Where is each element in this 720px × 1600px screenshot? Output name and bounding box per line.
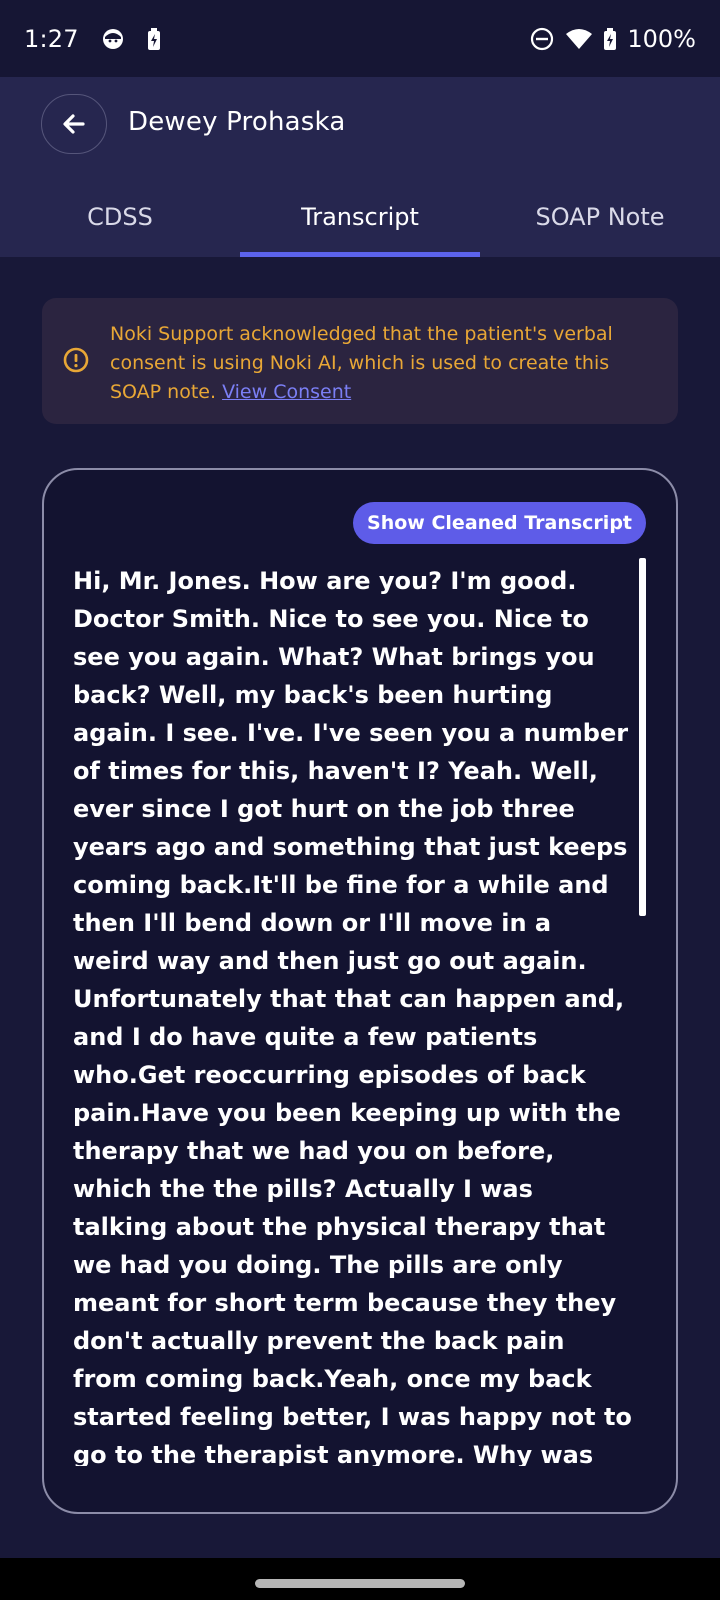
status-time: 1:27 — [24, 24, 79, 53]
home-indicator[interactable] — [255, 1579, 465, 1588]
arrow-left-icon — [61, 111, 87, 137]
dnd-icon — [529, 26, 555, 52]
battery-charging-icon — [603, 27, 617, 51]
info-circle-icon — [62, 346, 90, 378]
face-icon — [101, 27, 125, 51]
transcript-text: Hi, Mr. Jones. How are you? I'm good. Do… — [73, 567, 632, 1466]
transcript-scrollbar[interactable] — [639, 558, 646, 916]
back-button[interactable] — [41, 94, 107, 154]
tab-soap-note[interactable]: SOAP Note — [480, 179, 720, 257]
tab-transcript[interactable]: Transcript — [240, 179, 480, 257]
patient-name: Dewey Prohaska — [128, 107, 346, 137]
transcript-card: Show Cleaned Transcript Hi, Mr. Jones. H… — [42, 468, 678, 1514]
wifi-icon — [565, 27, 593, 51]
show-cleaned-transcript-button[interactable]: Show Cleaned Transcript — [353, 502, 646, 544]
battery-saver-icon — [147, 27, 161, 51]
consent-message: Noki Support acknowledged that the patie… — [110, 320, 650, 407]
app-bar: Dewey Prohaska CDSS Transcript SOAP Note — [0, 77, 720, 257]
view-consent-link[interactable]: View Consent — [222, 381, 351, 403]
battery-percent: 100% — [627, 24, 696, 53]
tab-bar: CDSS Transcript SOAP Note — [0, 179, 720, 257]
consent-text: Noki Support acknowledged that the patie… — [110, 323, 613, 403]
tab-cdss[interactable]: CDSS — [0, 179, 240, 257]
consent-banner: Noki Support acknowledged that the patie… — [42, 298, 678, 424]
status-bar: 1:27 100% — [0, 0, 720, 77]
